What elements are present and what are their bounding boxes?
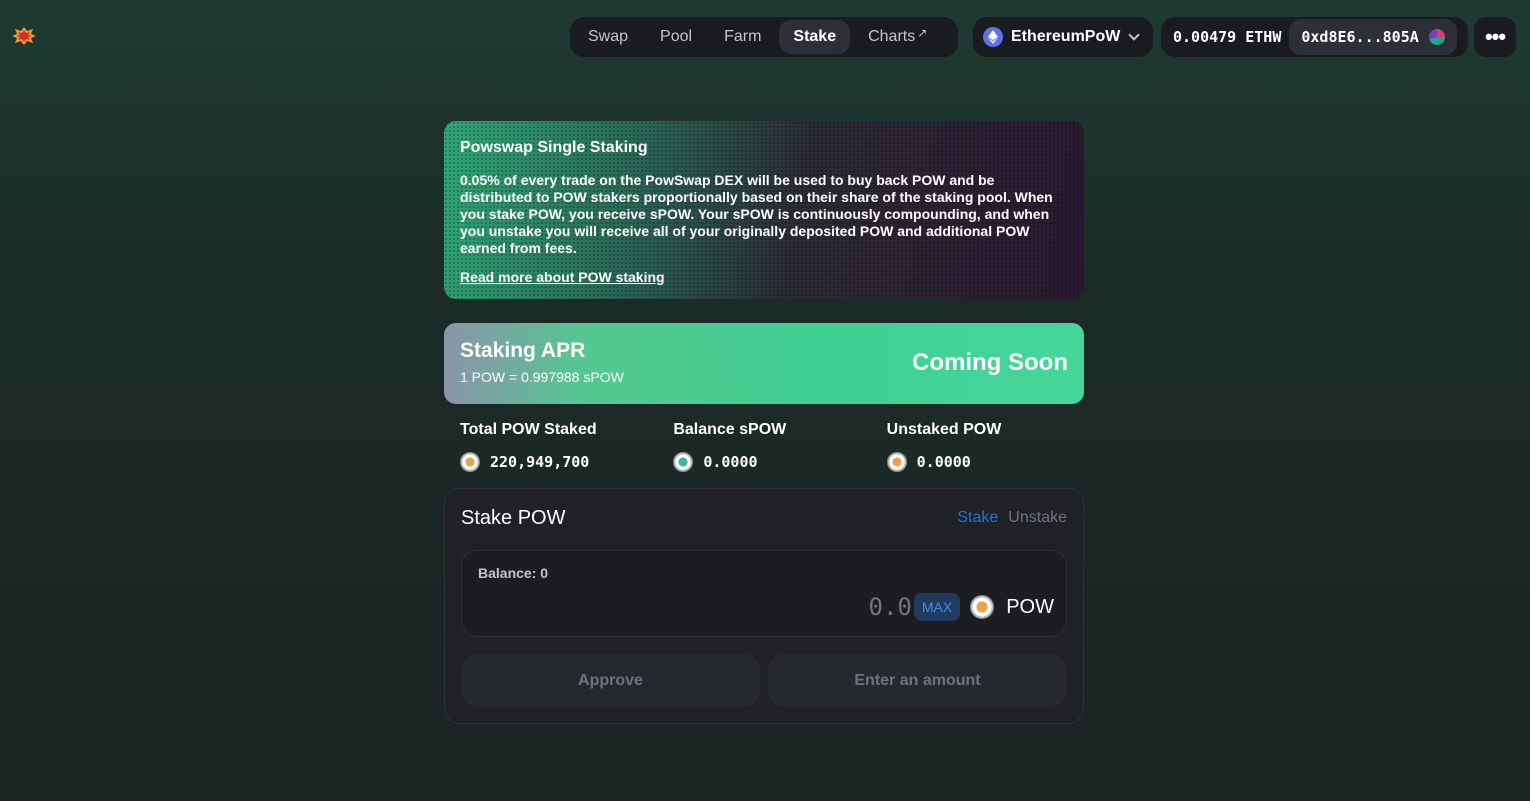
approve-button[interactable]: Approve	[461, 654, 760, 707]
nav-swap-label: Swap	[588, 28, 629, 45]
nav-swap[interactable]: Swap	[574, 20, 642, 54]
apr-value: Coming Soon	[912, 349, 1068, 376]
pow-coin-icon	[886, 452, 907, 472]
main-nav: Swap Pool Farm Stake Charts ↗	[570, 17, 958, 57]
stat-total-staked: Total POW Staked 220,949,700	[460, 421, 673, 472]
amount-row: MAX POW	[861, 593, 1054, 621]
chevron-down-icon	[1128, 29, 1141, 41]
stat-value-row: 0.0000	[673, 452, 886, 472]
stat-label: Total POW Staked	[460, 421, 597, 438]
wallet-panel: 0.00479 ETHW 0xd8E6...805A	[1161, 17, 1468, 57]
stat-value-row: 0.0000	[886, 452, 1100, 472]
stat-value: 220,949,700	[490, 453, 590, 471]
wallet-avatar-icon	[1428, 29, 1445, 45]
stat-label: Unstaked POW	[886, 421, 1002, 438]
network-selector[interactable]: EthereumPoW	[973, 17, 1153, 57]
nav-pool-label: Pool	[660, 28, 693, 45]
more-menu-button[interactable]: •••	[1474, 17, 1516, 57]
nav-farm[interactable]: Farm	[710, 20, 775, 54]
wallet-address: 0xd8E6...805A	[1301, 28, 1419, 46]
pow-coin-icon	[460, 452, 480, 472]
arrow-up-right-icon: ↗	[917, 26, 928, 40]
amount-input-panel: Balance: 0 MAX POW	[461, 550, 1067, 637]
amount-input[interactable]	[861, 593, 912, 621]
nav-charts[interactable]: Charts ↗	[854, 20, 941, 54]
stat-value: 0.0000	[916, 453, 971, 471]
powswap-logo[interactable]	[12, 27, 36, 45]
stat-value-row: 220,949,700	[460, 452, 673, 472]
nav-pool[interactable]: Pool	[646, 20, 706, 54]
stat-label: Balance sPOW	[673, 421, 787, 438]
enter-amount-button[interactable]: Enter an amount	[768, 654, 1067, 707]
nav-stake-label: Stake	[793, 28, 837, 45]
wallet-balance: 0.00479 ETHW	[1173, 28, 1282, 46]
banner-title: Powswap Single Staking	[460, 139, 648, 156]
tab-unstake[interactable]: Unstake	[1008, 509, 1067, 527]
stake-card: Stake POW Stake Unstake Balance: 0 MAX P…	[444, 488, 1084, 724]
banner-text: 0.05% of every trade on the PowSwap DEX …	[460, 172, 1053, 256]
nav-stake[interactable]: Stake	[779, 20, 851, 54]
wallet-address-button[interactable]: 0xd8E6...805A	[1289, 19, 1457, 55]
nav-charts-label: Charts	[868, 28, 916, 45]
pow-coin-icon	[970, 595, 995, 619]
network-name: EthereumPoW	[1011, 28, 1121, 45]
token-balance: Balance: 0	[478, 565, 549, 581]
token-display: POW	[970, 595, 1054, 619]
staking-apr-card: Staking APR 1 POW = 0.997988 sPOW Coming…	[444, 323, 1084, 404]
tab-stake[interactable]: Stake	[957, 509, 998, 527]
read-more-link[interactable]: Read more about POW staking	[460, 269, 665, 285]
stat-value: 0.0000	[703, 453, 758, 471]
stake-tabs: Stake Unstake	[947, 509, 1067, 527]
max-button[interactable]: MAX	[913, 593, 961, 621]
stake-card-title: Stake POW	[461, 507, 566, 529]
stat-balance-spow: Balance sPOW 0.0000	[673, 421, 886, 472]
nav-farm-label: Farm	[724, 28, 762, 45]
spow-coin-icon	[673, 452, 694, 472]
staking-stats: Total POW Staked 220,949,700 Balance sPO…	[460, 421, 1100, 472]
ethereum-icon	[983, 27, 1003, 47]
more-dots-icon: •••	[1484, 24, 1506, 49]
token-symbol: POW	[1006, 595, 1054, 618]
staking-info-banner: Powswap Single Staking 0.05% of every tr…	[444, 121, 1084, 299]
stat-unstaked-pow: Unstaked POW 0.0000	[886, 421, 1100, 472]
